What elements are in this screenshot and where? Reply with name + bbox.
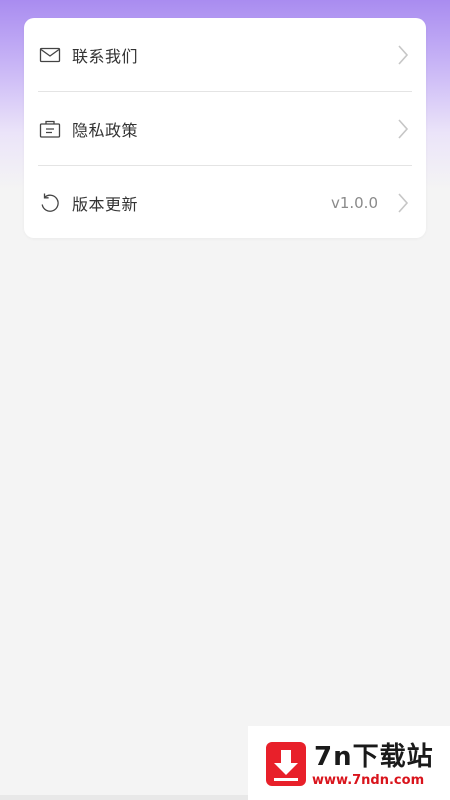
chevron-right-icon bbox=[396, 117, 410, 141]
version-update-label: 版本更新 bbox=[72, 194, 139, 214]
contact-us-label: 联系我们 bbox=[72, 46, 139, 66]
watermark-url: www.7ndn.com bbox=[312, 773, 425, 788]
version-number: v1.0.0 bbox=[330, 193, 378, 212]
download-arrow-icon bbox=[266, 742, 306, 786]
chevron-right-icon bbox=[396, 43, 410, 67]
chevron-right-icon bbox=[396, 191, 410, 215]
version-update-item[interactable]: 版本更新 v1.0.0 bbox=[24, 166, 426, 238]
contact-us-item[interactable]: 联系我们 bbox=[24, 18, 426, 91]
watermark-badge: 7n下载站 www.7ndn.com bbox=[248, 726, 450, 800]
policy-icon bbox=[38, 117, 62, 141]
mail-icon bbox=[38, 43, 62, 67]
privacy-policy-item[interactable]: 隐私政策 bbox=[24, 92, 426, 165]
privacy-policy-label: 隐私政策 bbox=[72, 120, 139, 140]
refresh-icon bbox=[38, 191, 62, 215]
bottom-edge-bar bbox=[0, 795, 248, 800]
settings-menu-card: 联系我们 隐私政策 版本更新 v1.0.0 bbox=[24, 18, 426, 238]
watermark-title: 7n下载站 bbox=[314, 742, 434, 772]
